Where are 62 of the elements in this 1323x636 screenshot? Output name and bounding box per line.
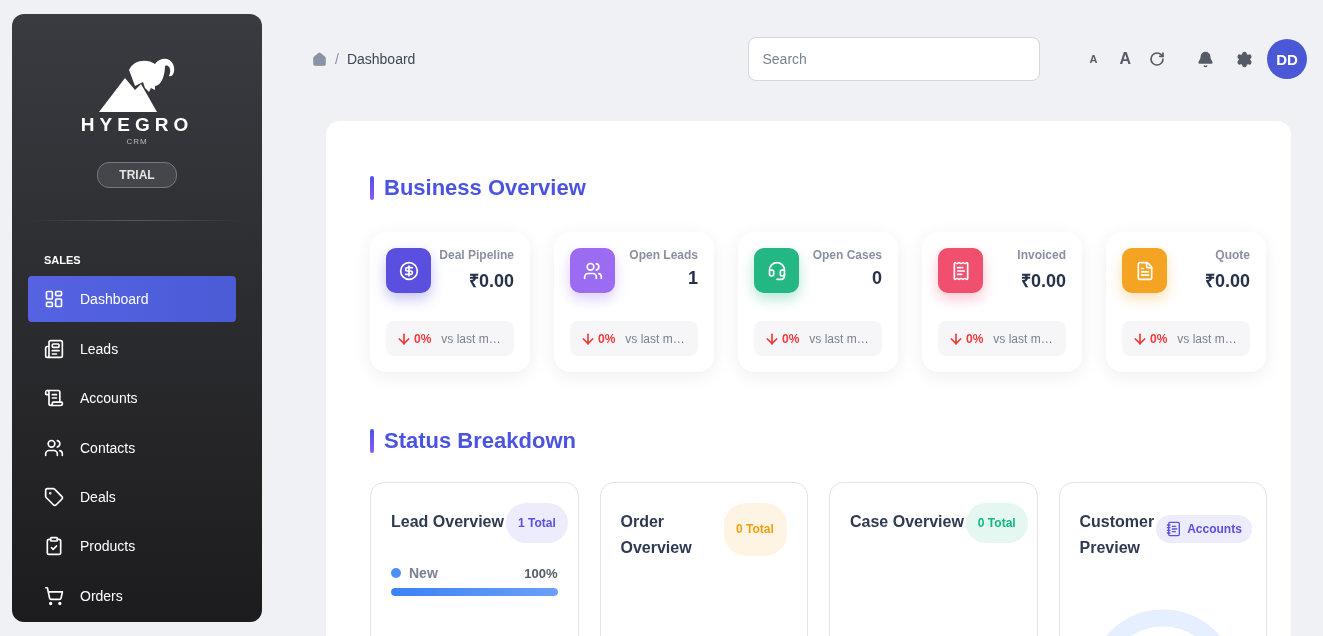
section-title: Business Overview <box>370 175 1267 201</box>
nav-item[interactable]: Accounts <box>28 374 236 422</box>
settings-icon[interactable] <box>1236 50 1253 68</box>
nav-item[interactable]: Orders <box>28 572 236 620</box>
count-badge: 0 Total <box>724 503 787 556</box>
progress-label: New <box>409 565 438 581</box>
nav-item[interactable]: Contacts <box>28 424 236 471</box>
count-badge: 1 Total <box>505 503 568 543</box>
dashboard-icon <box>44 289 64 310</box>
count-badge[interactable]: Accounts <box>1156 515 1252 543</box>
card-title: Case Overview <box>850 512 964 532</box>
stat-value: ₹0.00 <box>468 270 514 292</box>
stat-label: Deal Pipeline <box>439 248 514 262</box>
stat-label: Open Cases <box>812 248 882 262</box>
home-icon[interactable] <box>312 51 327 67</box>
nav-item[interactable]: Dashboard <box>28 275 236 323</box>
people-icon <box>44 437 64 458</box>
compare-text: vs last m… <box>993 331 1053 346</box>
stat-value: 0 <box>872 268 882 289</box>
card-title: Lead Overview <box>391 512 504 532</box>
reset-icon[interactable] <box>1149 51 1165 67</box>
card-title: Customer Preview <box>1079 512 1155 558</box>
brand-subtitle: CRM <box>126 137 148 146</box>
user-avatar[interactable]: DD <box>1267 39 1307 79</box>
compare-text: vs last m… <box>441 331 501 346</box>
stat-value: ₹0.00 <box>1020 270 1066 292</box>
newspaper-icon <box>44 338 64 359</box>
compare-text: vs last m… <box>625 331 685 346</box>
count-badge: 0 Total <box>965 503 1028 543</box>
font-increase-button[interactable]: A <box>1119 50 1131 68</box>
change-percent: 0% <box>1150 331 1168 346</box>
nav-item[interactable]: Products <box>28 523 236 570</box>
ledger-icon <box>1166 521 1183 537</box>
plan-badge: TRIAL <box>97 162 177 188</box>
stat-value: 1 <box>688 268 698 289</box>
change-percent: 0% <box>966 331 984 346</box>
legend-dot <box>391 568 401 578</box>
receipt-icon <box>44 388 64 409</box>
card-title: Order Overview <box>620 512 693 558</box>
breadcrumb-separator: / <box>335 51 339 67</box>
progress-reading: 100% <box>524 565 558 581</box>
search-field[interactable]: Search <box>748 37 1041 81</box>
compare-text: vs last m… <box>1177 331 1237 346</box>
change-percent: 0% <box>414 331 432 346</box>
tag-icon <box>44 486 64 507</box>
change-percent: 0% <box>782 331 800 346</box>
brand-name: HYEGRO <box>80 114 194 136</box>
stat-label: Open Leads <box>629 248 698 262</box>
cart-icon <box>44 585 64 606</box>
change-percent: 0% <box>598 331 616 346</box>
section-heading: SALES <box>44 253 82 266</box>
nav-item[interactable]: Leads <box>28 325 236 372</box>
stat-label: Invoiced <box>1017 248 1066 262</box>
clipboard-check-icon <box>44 536 64 557</box>
compare-text: vs last m… <box>809 331 869 346</box>
stat-value: ₹0.00 <box>1204 270 1250 292</box>
nav-item[interactable]: Deals <box>28 473 236 521</box>
stat-label: Quote <box>1215 248 1250 262</box>
breadcrumb-item: Dashboard <box>346 51 416 67</box>
bell-icon[interactable] <box>1197 50 1214 68</box>
section-title: Status Breakdown <box>370 428 1267 454</box>
font-decrease-button[interactable]: A <box>1089 53 1098 65</box>
